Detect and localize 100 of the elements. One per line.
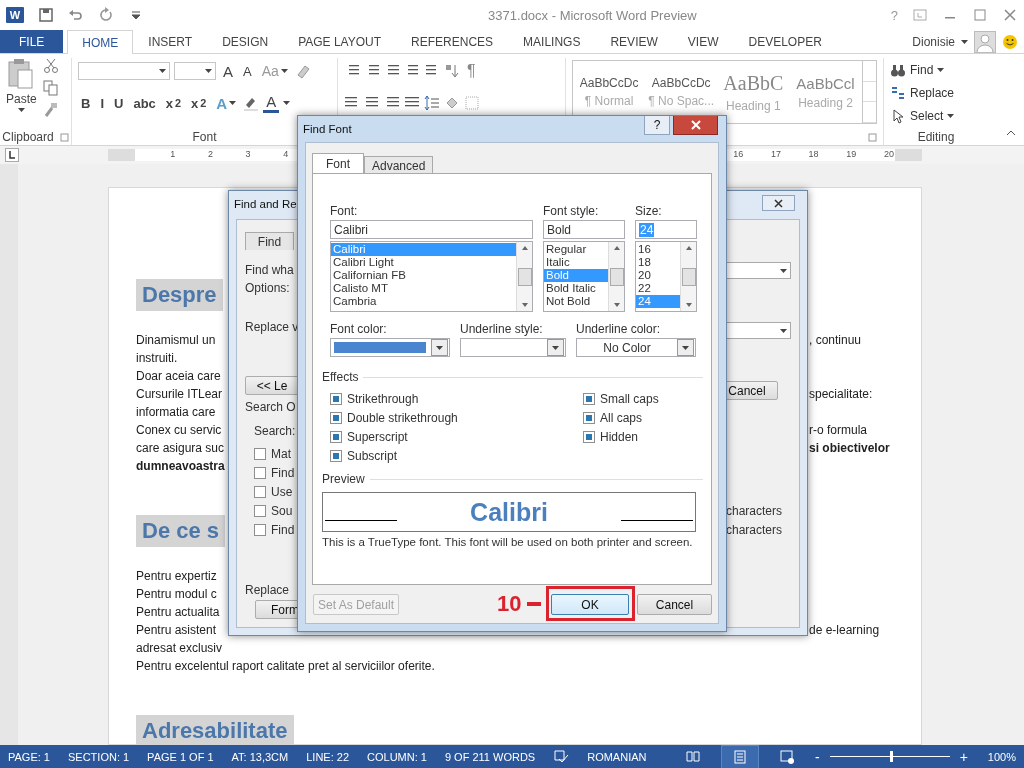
format-button[interactable]: B <box>78 95 94 111</box>
down-arrow-icon[interactable] <box>684 302 693 308</box>
undo-icon[interactable] <box>68 7 84 23</box>
list-item[interactable]: 22 <box>636 282 680 295</box>
text-field[interactable]: Bold <box>543 220 625 239</box>
format-button[interactable]: abc <box>130 95 159 111</box>
paste-button[interactable]: Paste <box>6 58 37 129</box>
checkbox[interactable] <box>330 430 342 443</box>
list-item[interactable]: Not Bold <box>544 295 608 308</box>
list-box[interactable]: Regular Italic Bold Bold Italic Not Bold <box>543 241 625 312</box>
ribbon-tab[interactable]: INSERT <box>133 30 208 53</box>
ribbon-tab[interactable]: MAILINGS <box>508 30 596 53</box>
checkbox[interactable] <box>583 411 595 424</box>
checkbox[interactable] <box>330 392 342 405</box>
status-item[interactable]: PAGE: 1 <box>8 750 50 763</box>
dropdown-button[interactable] <box>431 339 448 356</box>
list-item[interactable]: Californian FB <box>331 269 516 282</box>
status-item[interactable]: LINE: 22 <box>306 750 349 763</box>
find-tab[interactable]: Find <box>245 232 294 250</box>
scissors-icon[interactable] <box>42 58 59 74</box>
list-box[interactable]: 16 18 20 22 24 <box>635 241 697 312</box>
view-button[interactable] <box>721 744 759 768</box>
proofing-icon[interactable] <box>553 748 570 765</box>
dialog-tab[interactable]: Advanced <box>364 156 434 174</box>
file-tab[interactable]: FILE <box>0 30 64 53</box>
dropdown-button[interactable] <box>677 339 694 356</box>
status-item[interactable]: PAGE 1 OF 1 <box>147 750 214 763</box>
list-item[interactable]: Calibri Light <box>331 256 516 269</box>
ok-button[interactable]: OK <box>551 594 629 615</box>
list-item[interactable]: 16 <box>636 243 680 256</box>
cancel-button[interactable]: Cancel <box>637 594 712 615</box>
paint-bucket-icon[interactable] <box>444 95 460 111</box>
scrollbar[interactable] <box>608 242 624 311</box>
status-item[interactable]: 9 OF 211 WORDS <box>444 750 536 763</box>
format-button[interactable]: U <box>111 95 127 111</box>
zoom-thumb[interactable] <box>889 751 893 762</box>
underline-color-dropdown[interactable]: No Color <box>576 338 696 357</box>
cursor-icon[interactable] <box>890 107 906 124</box>
editing-button[interactable]: Select <box>890 104 982 127</box>
font-name-field[interactable] <box>78 62 170 80</box>
font-color-button[interactable]: A <box>263 93 280 113</box>
checkbox[interactable] <box>583 430 595 443</box>
checkbox[interactable] <box>254 504 266 517</box>
close-button[interactable] <box>762 195 795 211</box>
list-item[interactable]: Calisto MT <box>331 282 516 295</box>
scrollbar-thumb[interactable] <box>681 267 696 286</box>
copy-icon[interactable] <box>42 80 59 96</box>
zoom-in-button[interactable]: + <box>959 748 968 765</box>
close-icon[interactable] <box>1002 7 1018 23</box>
status-item[interactable]: AT: 13,3CM <box>231 750 289 763</box>
checkbox[interactable] <box>254 485 266 498</box>
shrink-font-button[interactable]: A <box>240 63 255 79</box>
list-item[interactable]: Italic <box>544 256 608 269</box>
collapse-ribbon-icon[interactable] <box>1006 129 1016 137</box>
grow-font-button[interactable]: A <box>220 62 236 80</box>
replace-icon[interactable] <box>890 84 906 101</box>
dialog-tab[interactable]: Font <box>312 153 364 174</box>
editing-button[interactable]: Find <box>890 58 982 81</box>
checkbox[interactable] <box>254 466 266 479</box>
language-indicator[interactable]: ROMANIAN <box>587 750 647 763</box>
tab-stop-icon[interactable] <box>5 148 19 162</box>
list-item[interactable]: 18 <box>636 256 680 269</box>
list-item[interactable]: Cambria <box>331 295 516 308</box>
status-item[interactable]: SECTION: 1 <box>68 750 130 763</box>
show-formatting-button[interactable]: ¶ <box>464 62 479 80</box>
gallery-scrollbar[interactable] <box>861 61 876 123</box>
scrollbar[interactable] <box>680 242 696 311</box>
list-item[interactable]: 20 <box>636 269 680 282</box>
ribbon-tab[interactable]: DEVELOPER <box>733 30 837 53</box>
list-item[interactable]: Bold Italic <box>544 282 608 295</box>
save-icon[interactable] <box>38 7 54 23</box>
up-arrow-icon[interactable] <box>684 245 693 251</box>
help-button[interactable]: ? <box>644 116 670 135</box>
checkbox[interactable] <box>254 447 266 460</box>
smiley-icon[interactable] <box>1002 33 1018 50</box>
ribbon-tab[interactable]: PAGE LAYOUT <box>283 30 397 53</box>
paintbrush-icon[interactable] <box>42 102 59 118</box>
user-name[interactable]: Dionisie <box>912 34 955 49</box>
zoom-out-button[interactable]: - <box>815 748 820 765</box>
down-arrow-icon[interactable] <box>520 302 529 308</box>
checkbox[interactable] <box>330 449 342 462</box>
less-button[interactable]: << Le <box>245 376 299 395</box>
font-size-field[interactable] <box>174 62 216 80</box>
ribbon-tab[interactable]: VIEW <box>672 30 734 53</box>
scrollbar[interactable] <box>516 242 532 311</box>
dropdown-button[interactable] <box>547 339 564 356</box>
list-item[interactable]: Regular <box>544 243 608 256</box>
close-button[interactable] <box>673 116 718 135</box>
scrollbar-thumb[interactable] <box>517 267 532 286</box>
style-item[interactable]: AaBbC Heading 1 <box>717 61 790 123</box>
checkbox[interactable] <box>330 411 342 424</box>
redo-icon[interactable] <box>98 7 114 23</box>
style-item[interactable]: AaBbCcl Heading 2 <box>789 61 862 123</box>
editing-button[interactable]: Replace <box>890 81 982 104</box>
line-spacing-icon[interactable] <box>424 95 440 111</box>
ribbon-tab[interactable]: DESIGN <box>207 30 284 53</box>
up-arrow-icon[interactable] <box>520 245 529 251</box>
format-button[interactable]: I <box>97 95 107 111</box>
text-field[interactable]: Calibri <box>330 220 533 239</box>
list-box[interactable]: Calibri Calibri Light Californian FB Calisto MT Cambria <box>330 241 533 312</box>
